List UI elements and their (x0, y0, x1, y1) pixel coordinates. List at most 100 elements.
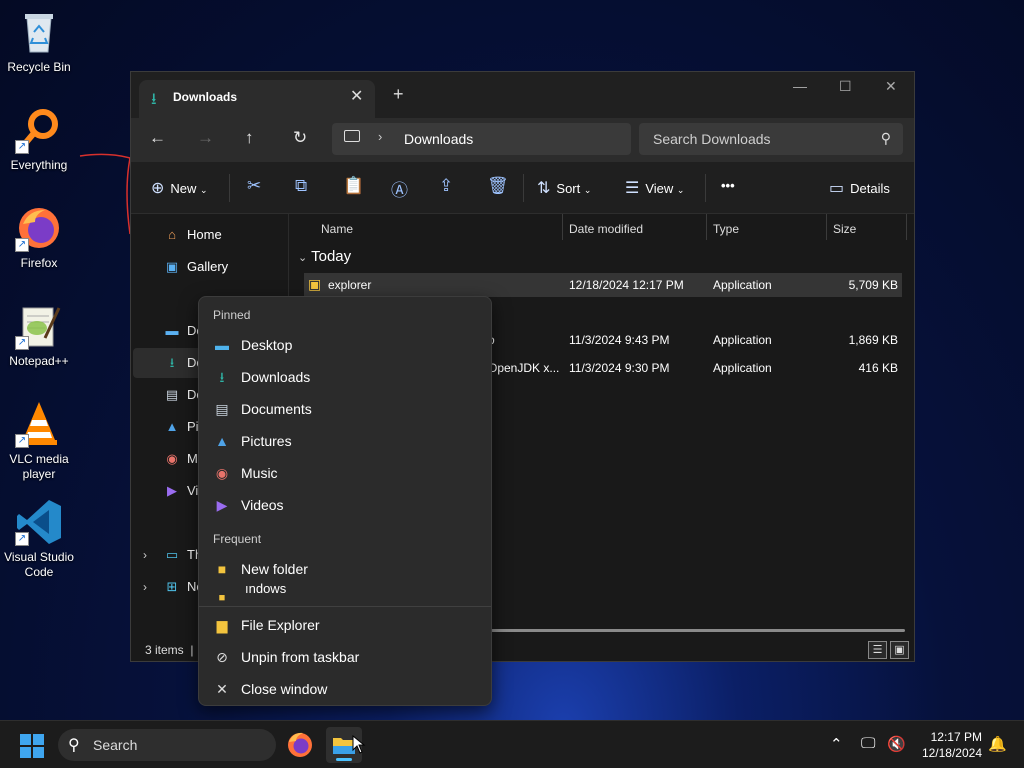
table-row[interactable]: ▣ explorer 12/18/2024 12:17 PM Applicati… (304, 273, 902, 297)
start-button[interactable] (20, 734, 44, 758)
sidebar-item-label: Home (187, 227, 222, 242)
sidebar-item-this-pc[interactable]: ▭ Th (163, 544, 202, 566)
network-icon: ⊞ (166, 579, 178, 594)
column-divider[interactable] (826, 214, 827, 240)
tiles-view-icon[interactable]: ▣ (890, 641, 909, 659)
new-tab-icon[interactable]: + (393, 84, 404, 105)
group-header-today[interactable]: ⌄ Today (298, 248, 351, 265)
desktop-icon-vlc[interactable]: ↗ VLC media player (2, 400, 76, 482)
search-input[interactable]: Search Downloads ⚲ (639, 123, 903, 155)
taskbar-search[interactable]: ⚲ Search (58, 729, 276, 761)
up-icon[interactable]: ↑ (245, 128, 254, 148)
new-button[interactable]: ⊕ New ⌄ (151, 178, 208, 198)
column-divider[interactable] (706, 214, 707, 240)
desktop-icon-vscode[interactable]: ↗ Visual Studio Code (2, 498, 76, 580)
view-button[interactable]: ☰ View ⌄ (625, 178, 684, 198)
folder-icon: ■ (218, 592, 226, 604)
jumplist-item-windows[interactable]: ■ındows (213, 575, 479, 604)
close-window-icon[interactable]: ✕ (885, 78, 897, 95)
breadcrumb[interactable]: Downloads (404, 131, 473, 147)
clock[interactable]: 12:17 PM 12/18/2024 (918, 729, 982, 761)
tab-title: Downloads (173, 90, 238, 104)
volume-muted-icon[interactable]: 🔇 (887, 735, 906, 753)
desktop-icon-label: Firefox (20, 256, 58, 270)
jumplist-action-file-explorer[interactable]: ▆ File Explorer (213, 611, 479, 639)
taskbar-app-firefox[interactable] (282, 727, 318, 763)
sidebar-item-videos[interactable]: ▶ Vi (163, 480, 198, 502)
copy-icon[interactable]: ⧉ (295, 176, 307, 196)
sort-button[interactable]: ⇅ Sort ⌄ (537, 178, 591, 198)
delete-icon[interactable]: 🗑 (487, 176, 509, 196)
refresh-icon[interactable]: ↻ (293, 128, 307, 148)
vlc-icon: ↗ (15, 400, 63, 448)
jumplist-item-videos[interactable]: ▶ Videos (213, 491, 479, 519)
new-label: New (170, 181, 197, 196)
jumplist-item-downloads[interactable]: ⭳ Downloads (213, 363, 479, 391)
column-header-name[interactable]: Name (321, 222, 353, 236)
desktop-icon-recycle-bin[interactable]: Recycle Bin (2, 8, 76, 75)
jumplist-action-close-window[interactable]: ✕ Close window (213, 675, 479, 703)
sort-icon: ⇅ (537, 180, 551, 197)
desktop-folder-icon: ▬ (165, 323, 179, 338)
document-icon: ▤ (215, 401, 229, 417)
shortcut-arrow-icon: ↗ (15, 434, 29, 448)
music-icon: ◉ (166, 451, 178, 466)
sidebar-item-home[interactable]: ⌂ Home (163, 224, 222, 246)
firefox-icon: ↗ (15, 204, 63, 252)
jumplist-item-music[interactable]: ◉ Music (213, 459, 479, 487)
file-date: 11/3/2024 9:30 PM (569, 361, 670, 375)
close-tab-icon[interactable]: ✕ (350, 86, 363, 106)
sidebar-item-music[interactable]: ◉ M (163, 448, 198, 470)
notifications-bell-icon[interactable]: 🔔 (988, 735, 1007, 753)
desktop-icon-label: Recycle Bin (7, 60, 71, 74)
details-pane-icon: ▭ (829, 180, 845, 197)
sidebar-item-label: Vi (187, 483, 199, 498)
column-header-size[interactable]: Size (833, 222, 856, 236)
title-bar: ⭳ Downloads ✕ + — ☐ ✕ (131, 72, 914, 118)
jumplist-item-documents[interactable]: ▤ Documents (213, 395, 479, 423)
column-header-type[interactable]: Type (713, 222, 739, 236)
file-size: 5,709 KB (848, 278, 898, 292)
paste-icon[interactable]: 📋 (343, 176, 364, 196)
details-view-icon[interactable]: ☰ (868, 641, 887, 659)
show-hidden-icons-icon[interactable]: ⌃ (830, 735, 843, 753)
cut-icon[interactable]: ✂ (247, 176, 261, 196)
desktop-icon-label: Notepad++ (9, 354, 69, 368)
chevron-right-icon[interactable]: › (143, 548, 147, 562)
chevron-right-icon[interactable]: › (378, 129, 382, 144)
file-size: 416 KB (858, 361, 898, 375)
column-divider[interactable] (562, 214, 563, 240)
back-icon[interactable]: ← (149, 128, 166, 148)
desktop-icon-notepadpp[interactable]: ↗ Notepad++ (2, 302, 76, 369)
file-name: OpenJDK x... (488, 361, 560, 375)
this-pc-icon: ▭ (165, 547, 179, 562)
desktop-icon-everything[interactable]: ↗ Everything (2, 106, 76, 173)
sidebar-item-label: M (187, 451, 198, 466)
download-icon: ⭳ (169, 355, 175, 370)
sidebar-item-pictures[interactable]: ▲ Pi (163, 416, 199, 438)
divider (229, 174, 230, 202)
divider (199, 606, 491, 607)
column-header-date[interactable]: Date modified (569, 222, 643, 236)
details-pane-button[interactable]: ▭ Details (829, 178, 890, 198)
details-label: Details (850, 181, 890, 196)
horizontal-scrollbar[interactable] (491, 629, 905, 632)
forward-icon[interactable]: → (197, 128, 214, 148)
desktop-icon-firefox[interactable]: ↗ Firefox (2, 204, 76, 271)
network-icon[interactable]: 🖵 (861, 735, 875, 752)
address-bar[interactable]: › Downloads (332, 123, 631, 155)
jumplist-item-pictures[interactable]: ▲ Pictures (213, 427, 479, 455)
maximize-icon[interactable]: ☐ (839, 78, 852, 95)
chevron-right-icon[interactable]: › (143, 580, 147, 594)
more-options-button[interactable]: ••• (721, 178, 735, 193)
jumplist-item-desktop[interactable]: ▬ Desktop (213, 331, 479, 359)
column-divider[interactable] (906, 214, 907, 240)
share-icon[interactable]: ⇪ (439, 176, 453, 196)
file-explorer-icon: ▆ (216, 617, 228, 633)
sidebar-item-gallery[interactable]: ▣ Gallery (163, 256, 228, 278)
tab-downloads[interactable]: ⭳ Downloads ✕ (139, 80, 375, 118)
recycle-bin-icon (15, 8, 63, 56)
jumplist-action-unpin[interactable]: ⊘ Unpin from taskbar (213, 643, 479, 671)
rename-icon[interactable]: Ⓐ (391, 176, 408, 201)
minimize-icon[interactable]: — (793, 78, 807, 94)
